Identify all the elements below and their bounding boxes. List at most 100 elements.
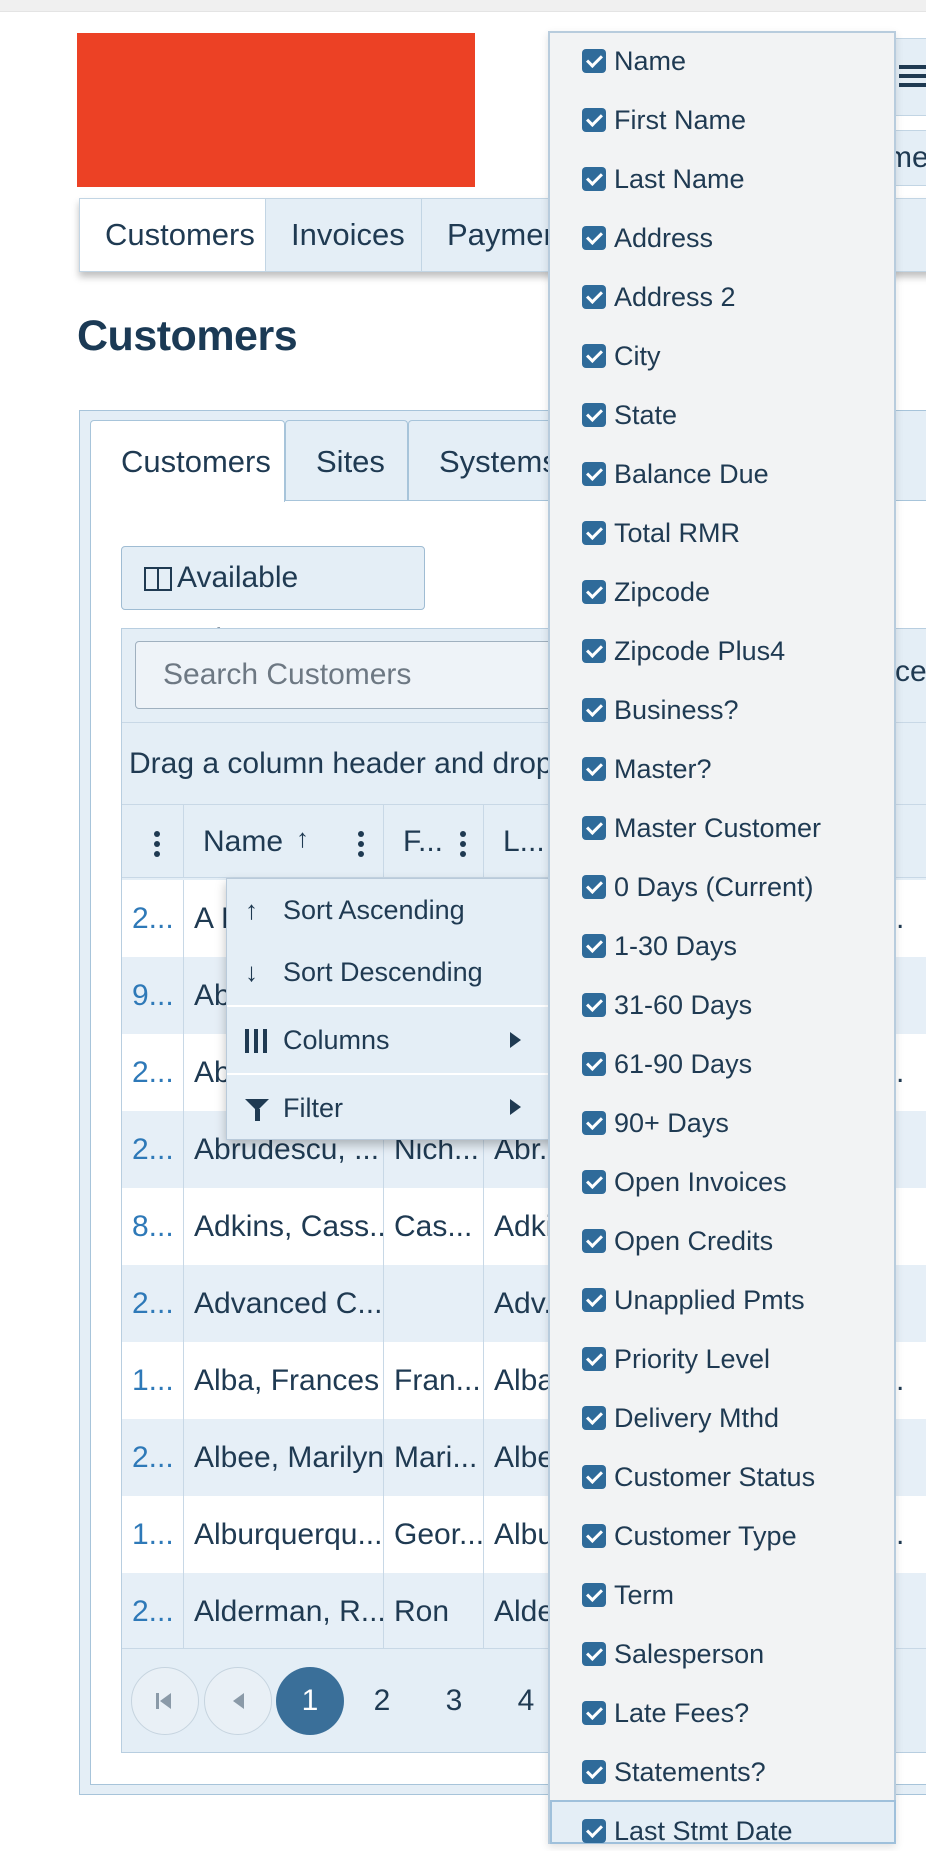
checkbox-checked-icon[interactable] bbox=[582, 462, 606, 486]
checkbox-checked-icon[interactable] bbox=[582, 1583, 606, 1607]
column-option-label: Total RMR bbox=[614, 518, 741, 548]
checkbox-checked-icon[interactable] bbox=[582, 993, 606, 1017]
sort-descending-item[interactable]: ↓ Sort Descending bbox=[227, 941, 557, 1003]
subtab-systems[interactable]: Systems bbox=[408, 420, 558, 500]
column-option-label: Unapplied Pmts bbox=[614, 1285, 805, 1315]
nav-tab-invoices[interactable]: Invoices bbox=[266, 199, 422, 271]
arrow-up-icon: ↑ bbox=[245, 895, 258, 925]
row-id-cell: 2... bbox=[122, 1034, 184, 1111]
column-option-label: Priority Level bbox=[614, 1344, 771, 1374]
checkbox-checked-icon[interactable] bbox=[582, 403, 606, 427]
page-2-button[interactable]: 2 bbox=[348, 1667, 416, 1735]
column-option-label: 31-60 Days bbox=[614, 990, 753, 1020]
row-id-cell: 8... bbox=[122, 1188, 184, 1265]
checkbox-checked-icon[interactable] bbox=[582, 1229, 606, 1253]
checkbox-checked-icon[interactable] bbox=[582, 1642, 606, 1666]
columns-icon bbox=[144, 567, 172, 591]
column-option-label: Salesperson bbox=[614, 1639, 765, 1669]
column-option-label: State bbox=[614, 400, 678, 430]
arrow-down-icon: ↓ bbox=[245, 957, 258, 987]
column-header-name-label: Name bbox=[203, 825, 284, 858]
columns-item[interactable]: Columns bbox=[227, 1007, 557, 1073]
row-id-cell: 2... bbox=[122, 1111, 184, 1188]
checkbox-checked-icon[interactable] bbox=[582, 698, 606, 722]
row-name-cell: Advanced C... bbox=[184, 1265, 384, 1342]
checkbox-checked-icon[interactable] bbox=[582, 1701, 606, 1725]
column-option-label: 0 Days (Current) bbox=[614, 872, 814, 902]
row-first-name-cell: Ron bbox=[384, 1573, 484, 1650]
checkbox-checked-icon[interactable] bbox=[582, 49, 606, 73]
row-name-cell: Alderman, R... bbox=[184, 1573, 384, 1650]
checkbox-checked-icon[interactable] bbox=[582, 1052, 606, 1076]
checkbox-checked-icon[interactable] bbox=[582, 1111, 606, 1135]
column-option-label: Term bbox=[614, 1580, 674, 1610]
subtab-customers[interactable]: Customers bbox=[90, 420, 285, 502]
available-columns-button[interactable]: Available Columns bbox=[121, 546, 425, 656]
column-option-label: 1-30 Days bbox=[614, 931, 738, 961]
company-logo bbox=[77, 33, 475, 187]
cancel-button[interactable]: cel bbox=[895, 655, 926, 689]
first-page-button[interactable] bbox=[131, 1667, 199, 1735]
checkbox-checked-icon[interactable] bbox=[582, 875, 606, 899]
row-id-cell: 2... bbox=[122, 1573, 184, 1650]
browser-top-strip bbox=[0, 0, 926, 12]
first-page-icon bbox=[156, 1693, 159, 1709]
row-name-cell: Adkins, Cass... bbox=[184, 1188, 384, 1265]
column-option-label: Address 2 bbox=[614, 282, 736, 312]
filter-item[interactable]: Filter bbox=[227, 1075, 557, 1141]
row-id-cell: 2... bbox=[122, 1419, 184, 1496]
checkbox-checked-icon[interactable] bbox=[582, 639, 606, 663]
sort-descending-label: Sort Descending bbox=[283, 957, 483, 987]
checkbox-checked-icon[interactable] bbox=[582, 285, 606, 309]
checkbox-checked-icon[interactable] bbox=[582, 757, 606, 781]
columns-grid-icon-mid bbox=[254, 1029, 258, 1053]
submenu-arrow-icon bbox=[510, 1032, 521, 1048]
row-id-cell: 1... bbox=[122, 1496, 184, 1573]
subtab-sites[interactable]: Sites bbox=[285, 420, 408, 500]
checkbox-checked-icon[interactable] bbox=[582, 934, 606, 958]
column-option-label: Zipcode Plus4 bbox=[614, 636, 786, 666]
checkbox-checked-icon[interactable] bbox=[582, 1819, 606, 1843]
column-menu-icon[interactable] bbox=[460, 831, 466, 861]
column-option-label: Delivery Mthd bbox=[614, 1403, 780, 1433]
checkbox-checked-icon[interactable] bbox=[582, 167, 606, 191]
prev-page-icon bbox=[233, 1693, 244, 1709]
column-menu-icon[interactable] bbox=[358, 831, 364, 861]
page-1-button[interactable]: 1 bbox=[276, 1667, 344, 1735]
column-option-label: Statements? bbox=[614, 1757, 766, 1787]
filter-icon-stem bbox=[255, 1109, 260, 1121]
row-id-cell: 2... bbox=[122, 1265, 184, 1342]
column-menu-icon[interactable] bbox=[154, 831, 160, 861]
row-first-name-cell: Cas... bbox=[384, 1188, 484, 1265]
checkbox-checked-icon[interactable] bbox=[582, 1347, 606, 1371]
sort-ascending-label: Sort Ascending bbox=[283, 895, 465, 925]
submenu-arrow-icon bbox=[510, 1099, 521, 1115]
checkbox-checked-icon[interactable] bbox=[582, 1288, 606, 1312]
column-option-label: Zipcode bbox=[614, 577, 711, 607]
prev-page-button[interactable] bbox=[204, 1667, 272, 1735]
column-option-label: Last Name bbox=[614, 164, 745, 194]
checkbox-checked-icon[interactable] bbox=[582, 1406, 606, 1430]
column-header-id[interactable] bbox=[122, 805, 184, 877]
column-option-label: Business? bbox=[614, 695, 739, 725]
checkbox-checked-icon[interactable] bbox=[582, 344, 606, 368]
column-header-last-label: L... bbox=[503, 825, 545, 858]
sort-ascending-item[interactable]: ↑ Sort Ascending bbox=[227, 879, 557, 941]
column-option-label: Late Fees? bbox=[614, 1698, 750, 1728]
checkbox-checked-icon[interactable] bbox=[582, 108, 606, 132]
page-3-button[interactable]: 3 bbox=[420, 1667, 488, 1735]
column-option-label: Customer Status bbox=[614, 1462, 816, 1492]
checkbox-checked-icon[interactable] bbox=[582, 1170, 606, 1194]
nav-tab-customers[interactable]: Customers bbox=[80, 199, 266, 271]
column-header-first[interactable]: F... bbox=[384, 805, 484, 877]
checkbox-checked-icon[interactable] bbox=[582, 1524, 606, 1548]
sort-ascending-icon: ↑ bbox=[296, 823, 309, 853]
checkbox-checked-icon[interactable] bbox=[582, 580, 606, 604]
checkbox-checked-icon[interactable] bbox=[582, 1760, 606, 1784]
column-option-label: Master Customer bbox=[614, 813, 822, 843]
column-header-name[interactable]: Name ↑ bbox=[184, 805, 384, 877]
checkbox-checked-icon[interactable] bbox=[582, 1465, 606, 1489]
checkbox-checked-icon[interactable] bbox=[582, 226, 606, 250]
checkbox-checked-icon[interactable] bbox=[582, 521, 606, 545]
checkbox-checked-icon[interactable] bbox=[582, 816, 606, 840]
